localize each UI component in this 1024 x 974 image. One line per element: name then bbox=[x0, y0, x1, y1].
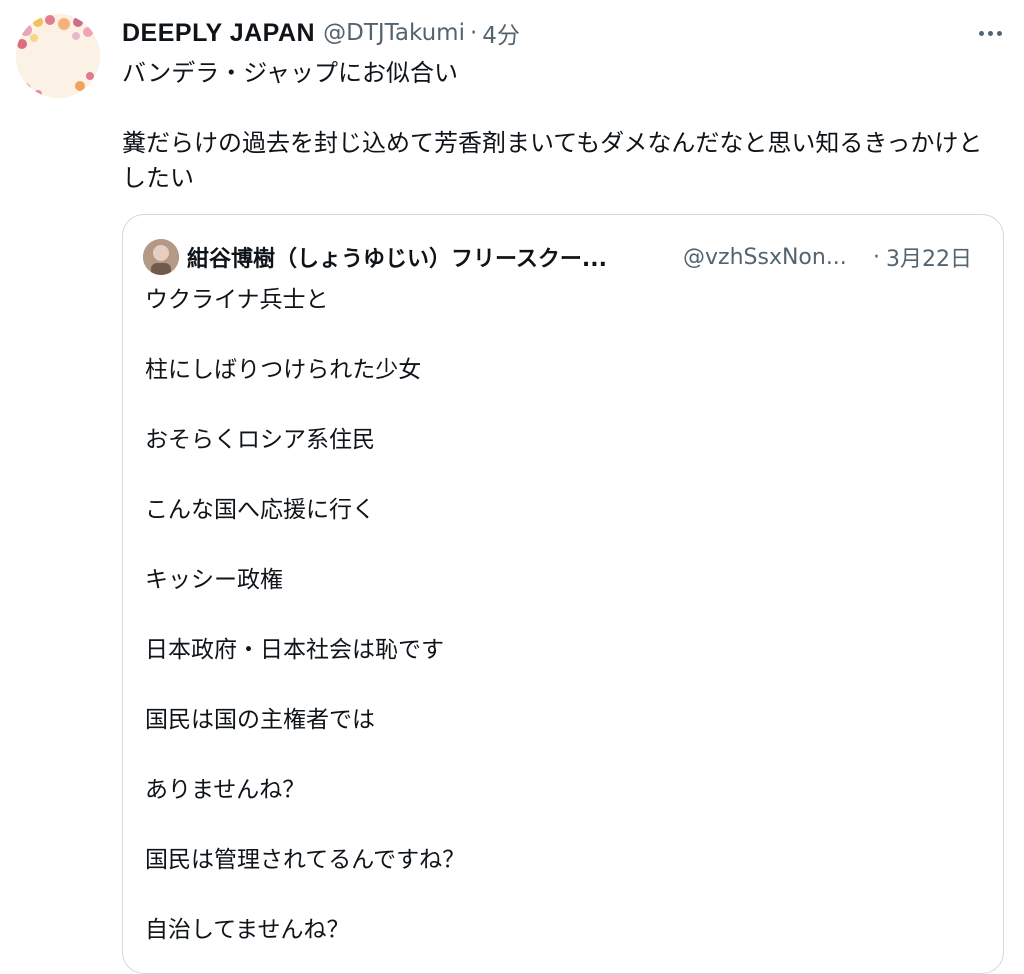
quoted-tweet-text: ウクライナ兵士と 柱にしばりつけられた少女 おそらくロシア系住民 こんな国へ応援… bbox=[145, 283, 983, 973]
dot-icon bbox=[996, 30, 1002, 36]
quoted-text-line: キッシー政権 bbox=[145, 567, 283, 593]
quoted-text-line: 自治してませんね？ bbox=[145, 917, 350, 943]
separator-dot: · bbox=[873, 244, 880, 270]
quoted-text-line: 日本政府・日本社会は恥です bbox=[145, 637, 444, 663]
display-name[interactable]: DEEPLY JAPAN bbox=[122, 19, 315, 48]
quoted-user-handle[interactable]: @vzhSsxNon... bbox=[683, 245, 863, 270]
floral-avatar-icon[interactable] bbox=[16, 14, 100, 98]
dot-icon bbox=[987, 30, 993, 36]
quoted-timestamp[interactable]: 3月22日 bbox=[886, 241, 972, 273]
quoted-display-name[interactable]: 紺谷博樹（しょうゆじい）フリースクー... bbox=[187, 241, 665, 273]
dot-icon bbox=[978, 30, 984, 36]
quoted-text-line: おそらくロシア系住民 bbox=[145, 427, 375, 453]
user-photo-icon[interactable] bbox=[143, 239, 179, 275]
tweet-header: DEEPLY JAPAN @DTJTakumi · 4分 bbox=[122, 16, 1004, 50]
quoted-text-line: こんな国へ応援に行く bbox=[145, 497, 375, 523]
separator-dot: · bbox=[469, 20, 478, 46]
user-handle[interactable]: @DTJTakumi bbox=[323, 20, 465, 46]
quoted-tweet-header: 紺谷博樹（しょうゆじい）フリースクー... @vzhSsxNon... · 3月… bbox=[143, 237, 983, 277]
quoted-text-line: 国民は管理されてるんですね？ bbox=[145, 847, 466, 873]
more-options-icon[interactable] bbox=[970, 18, 1010, 48]
tweet-text: バンデラ・ジャップにお似合い 糞だらけの過去を封じ込めて芳香剤まいてもダメなんだ… bbox=[122, 59, 983, 192]
quoted-text-line: 柱にしばりつけられた少女 bbox=[145, 357, 422, 383]
quoted-text-line: ウクライナ兵士と bbox=[145, 287, 329, 313]
quoted-text-line: ありませんね？ bbox=[145, 777, 306, 803]
quoted-tweet[interactable]: 紺谷博樹（しょうゆじい）フリースクー... @vzhSsxNon... · 3月… bbox=[122, 214, 1004, 974]
timestamp[interactable]: 4分 bbox=[482, 16, 520, 50]
quoted-text-line: 国民は国の主権者では bbox=[145, 707, 375, 733]
